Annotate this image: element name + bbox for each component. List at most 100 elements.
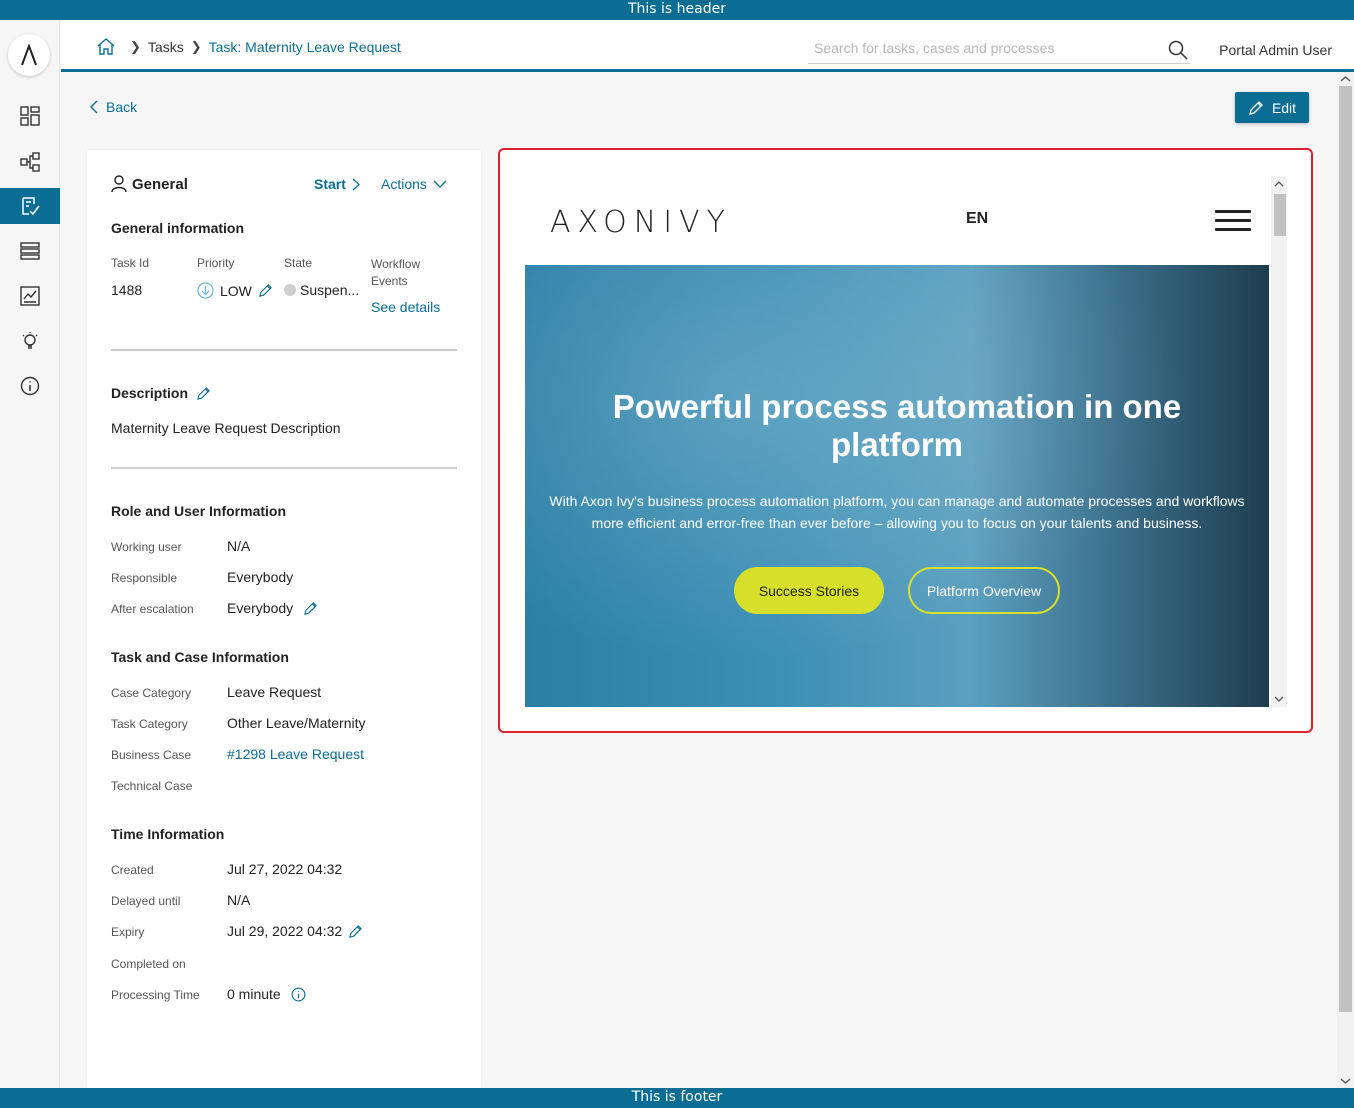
sidebar-item-cases[interactable]: [0, 233, 60, 269]
pencil-icon[interactable]: [258, 283, 273, 298]
back-button[interactable]: Back: [90, 99, 137, 115]
chevron-right-icon: ❯: [130, 38, 141, 54]
workflow-events-label: Workflow Events: [371, 257, 421, 288]
case-category-value: Leave Request: [227, 684, 322, 700]
pencil-icon[interactable]: [348, 924, 363, 939]
scroll-up-icon[interactable]: [1337, 73, 1354, 85]
sidebar-item-ideas[interactable]: [0, 323, 60, 359]
frame-scroll-thumb[interactable]: [1274, 194, 1286, 236]
pencil-icon[interactable]: [303, 601, 318, 616]
sidebar-item-dashboard[interactable]: [0, 98, 60, 134]
site-header: AXONIVY EN: [525, 175, 1269, 265]
statistics-icon: [20, 286, 40, 306]
expiry-label: Expiry: [111, 925, 145, 939]
actions-label: Actions: [381, 176, 427, 192]
sidebar-item-tasks[interactable]: [0, 188, 60, 224]
success-stories-button[interactable]: Success Stories: [734, 567, 884, 614]
chevron-right-icon: [352, 178, 360, 190]
sidebar: [0, 20, 60, 1088]
user-menu[interactable]: Portal Admin User: [1219, 42, 1332, 58]
after-escalation-text: Everybody: [227, 600, 294, 616]
axonivy-logo[interactable]: AXONIVY: [550, 205, 732, 240]
task-category-value: Other Leave/Maternity: [227, 715, 366, 731]
role-info-title: Role and User Information: [111, 503, 287, 519]
priority-value: LOW: [197, 282, 273, 299]
page-scrollbar[interactable]: [1337, 72, 1354, 1088]
sidebar-item-processes[interactable]: [0, 144, 60, 180]
processing-time-label: Processing Time: [111, 988, 200, 1002]
divider: [111, 467, 457, 469]
case-category-label: Case Category: [111, 686, 192, 700]
sidebar-item-info[interactable]: [0, 368, 60, 404]
hero-text: With Axon Ivy's business process automat…: [549, 493, 1245, 531]
search-icon[interactable]: [1168, 40, 1188, 60]
axon-logo[interactable]: [8, 34, 50, 76]
breadcrumb-current: Task: Maternity Leave Request: [208, 38, 401, 55]
responsible-value: Everybody: [227, 569, 294, 585]
embedded-frame[interactable]: AXONIVY EN Powerful process automation i…: [498, 148, 1313, 733]
page-scroll-thumb[interactable]: [1339, 86, 1352, 1012]
delayed-until-label: Delayed until: [111, 894, 181, 908]
task-id-label: Task Id: [111, 256, 150, 270]
task-category-label: Task Category: [111, 717, 188, 731]
task-case-info-title: Task and Case Information: [111, 649, 289, 665]
actions-menu[interactable]: Actions: [381, 176, 447, 192]
chevron-right-icon: ❯: [190, 38, 202, 54]
axon-logo-icon: [21, 44, 37, 66]
processing-time-text: 0 minute: [227, 986, 281, 1002]
home-icon[interactable]: [97, 38, 115, 55]
edit-button[interactable]: Edit: [1235, 92, 1309, 123]
processing-time-value: 0 minute: [227, 986, 306, 1002]
info-icon[interactable]: [291, 987, 306, 1002]
frame-scrollbar[interactable]: [1271, 176, 1287, 707]
header-banner: This is header: [0, 0, 1354, 20]
sidebar-item-statistics[interactable]: [0, 278, 60, 314]
scroll-up-icon[interactable]: [1271, 178, 1287, 190]
dashboard-icon: [20, 106, 40, 126]
edit-label: Edit: [1271, 99, 1297, 116]
general-header: General: [111, 175, 188, 193]
state-label: State: [284, 256, 313, 270]
footer-banner: This is footer: [0, 1088, 1354, 1108]
search-box: [808, 34, 1190, 64]
completed-on-label: Completed on: [111, 957, 186, 971]
state-dot-icon: [284, 284, 296, 296]
top-bar: ❯ Tasks ❯ Task: Maternity Leave Request …: [61, 20, 1354, 72]
description-title-text: Description: [111, 385, 189, 401]
description-text: Maternity Leave Request Description: [111, 420, 341, 436]
back-label: Back: [106, 99, 138, 115]
chevron-down-icon: [433, 180, 447, 188]
hamburger-menu-icon[interactable]: [1215, 210, 1251, 237]
divider: [111, 349, 457, 351]
state-value: Suspen...: [284, 282, 359, 298]
start-label: Start: [314, 176, 346, 192]
tasks-icon: [22, 197, 40, 216]
hero-banner: Powerful process automation in one platf…: [525, 265, 1269, 707]
scroll-down-icon[interactable]: [1271, 693, 1287, 705]
business-case-link[interactable]: #1298 Leave Request: [227, 746, 364, 762]
created-label: Created: [111, 863, 154, 877]
language-selector[interactable]: EN: [966, 210, 988, 228]
search-input[interactable]: [808, 34, 1148, 62]
working-user-value: N/A: [227, 538, 251, 554]
lightbulb-icon: [22, 332, 38, 349]
task-id-value: 1488: [111, 282, 143, 298]
breadcrumb-tasks[interactable]: Tasks: [148, 39, 184, 55]
time-info-title: Time Information: [111, 826, 225, 842]
chevron-left-icon: [90, 100, 98, 114]
pencil-icon[interactable]: [196, 386, 211, 401]
state-text: Suspen...: [300, 282, 360, 298]
see-details-link[interactable]: See details: [371, 299, 440, 315]
expiry-value: Jul 29, 2022 04:32: [227, 923, 363, 939]
priority-text: LOW: [220, 282, 252, 299]
scroll-down-icon[interactable]: [1337, 1075, 1354, 1087]
start-button[interactable]: Start: [314, 176, 360, 192]
created-value: Jul 27, 2022 04:32: [227, 861, 343, 877]
description-title: Description: [111, 385, 211, 401]
business-case-label: Business Case: [111, 748, 192, 762]
general-panel: General Start Actions General informatio…: [87, 150, 481, 1088]
technical-case-label: Technical Case: [111, 779, 193, 793]
pencil-icon: [1249, 100, 1263, 115]
hero-image: [525, 265, 1269, 707]
platform-overview-button[interactable]: Platform Overview: [908, 567, 1060, 614]
